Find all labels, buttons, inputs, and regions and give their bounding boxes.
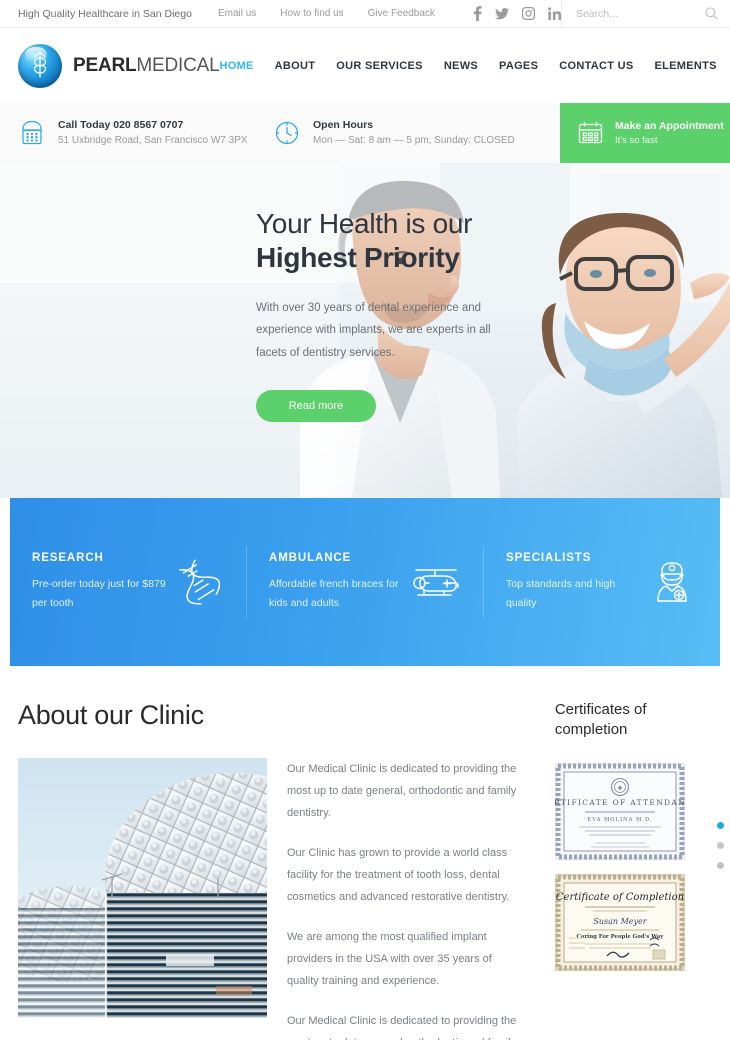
twitter-icon[interactable] xyxy=(494,7,509,20)
logo-text-light: MEDICAL xyxy=(136,55,220,76)
certificate-completion[interactable]: Certificate of Completion Susan Meyer Ca… xyxy=(554,873,685,971)
feature-specialists-desc: Top standards and high quality xyxy=(506,578,616,609)
nav-item-news[interactable]: NEWS xyxy=(444,60,478,72)
feature-research-title: RESEARCH xyxy=(32,552,104,565)
about-paragraph-2: Our Clinic has grown to provide a world … xyxy=(287,847,510,903)
hero-headline-line1: Your Health is our xyxy=(256,208,473,239)
nav-item-our-services[interactable]: OUR SERVICES xyxy=(336,60,423,72)
nav-item-pages[interactable]: PAGES xyxy=(499,60,538,72)
linkedin-icon[interactable] xyxy=(548,7,561,20)
search-box[interactable] xyxy=(560,0,730,28)
appointment-title: Make an Appointment xyxy=(615,120,724,132)
make-appointment-button[interactable]: Make an Appointment It's so fast xyxy=(560,103,730,163)
feature-ambulance-title: AMBULANCE xyxy=(269,552,352,565)
certificate-completion-recipient: Susan Meyer xyxy=(593,917,647,926)
certificate-attendance-title: CERTIFICATE OF ATTENDANCE xyxy=(555,798,685,807)
caduceus-sphere-logo-icon xyxy=(18,43,62,88)
calendar-icon xyxy=(577,120,604,146)
phone-title: Call Today 020 8567 0707 xyxy=(58,119,184,132)
search-input[interactable] xyxy=(575,7,705,20)
topbar-link-how-to-find-us[interactable]: How to find us xyxy=(280,8,343,19)
phone-address: 51 Uxbridge Road, San Francisco W7 3PX xyxy=(58,134,248,146)
feature-research-desc: Pre-order today just for $879 per tooth xyxy=(32,578,166,609)
nav-item-contact-us[interactable]: CONTACT US xyxy=(559,60,633,72)
about-paragraph-1: Our Medical Clinic is dedicated to provi… xyxy=(287,763,517,819)
certificates-slider-dots xyxy=(717,822,724,869)
page-root: High Quality Healthcare in San Diego Ema… xyxy=(0,0,730,1040)
certificate-attendance[interactable]: ✚ CERTIFICATE OF ATTENDANCE EVA MOLINA M… xyxy=(554,762,685,860)
site-header: PEARLMEDICAL HOME ABOUT OUR SERVICES NEW… xyxy=(0,28,730,103)
social-links xyxy=(473,6,561,21)
feature-strip: RESEARCH Pre-order today just for $879 p… xyxy=(10,498,720,666)
about-heading: About our Clinic xyxy=(18,700,204,730)
about-paragraphs: Our Medical Clinic is dedicated to provi… xyxy=(287,758,525,1040)
logo-text-bold: PEARL xyxy=(73,55,137,76)
read-more-button[interactable]: Read more xyxy=(256,390,376,423)
nav-item-elements[interactable]: ELEMENTS xyxy=(655,60,717,72)
feature-ambulance-desc: Affordable french braces for kids and ad… xyxy=(269,578,399,609)
slider-dot-3[interactable] xyxy=(717,862,724,869)
feature-specialists[interactable]: SPECIALISTS Top standards and high quali… xyxy=(483,546,720,618)
contact-phone-block: Call Today 020 8567 0707 51 Uxbridge Roa… xyxy=(0,103,255,163)
doctor-icon xyxy=(646,559,698,605)
hours-value: Mon — Sat: 8 am — 5 pm, Sunday: CLOSED xyxy=(313,134,515,146)
slider-dot-2[interactable] xyxy=(717,842,724,849)
instagram-icon[interactable] xyxy=(521,7,535,20)
search-icon[interactable] xyxy=(705,7,718,20)
slider-dot-1[interactable] xyxy=(717,822,724,829)
top-bar: High Quality Healthcare in San Diego Ema… xyxy=(0,0,730,28)
feature-research[interactable]: RESEARCH Pre-order today just for $879 p… xyxy=(10,546,246,618)
hero-paragraph: With over 30 years of dental experience … xyxy=(256,302,491,359)
helicopter-icon xyxy=(409,564,461,600)
feature-specialists-title: SPECIALISTS xyxy=(506,552,592,565)
certificates-section: Certificates of completion ✚ CERTIFICATE… xyxy=(554,700,724,1040)
hero-copy: Your Health is our Highest Priority With… xyxy=(256,207,556,423)
logo[interactable]: PEARLMEDICAL xyxy=(18,43,220,88)
about-left: About our Clinic Our Medical Clinic is d… xyxy=(18,700,525,1040)
hours-title: Open Hours xyxy=(313,119,374,132)
main-nav: HOME ABOUT OUR SERVICES NEWS PAGES CONTA… xyxy=(219,60,716,72)
info-bar: Call Today 020 8567 0707 51 Uxbridge Roa… xyxy=(0,103,730,163)
certificate-attendance-recipient: EVA MOLINA M.D. xyxy=(587,817,652,823)
facebook-icon[interactable] xyxy=(473,6,482,21)
hero-headline-line2: Highest Priority xyxy=(256,242,460,274)
about-image xyxy=(18,758,267,1018)
certificate-completion-title: Certificate of Completion xyxy=(556,892,684,903)
clock-icon xyxy=(273,118,301,148)
about-paragraph-3: We are among the most qualified implant … xyxy=(287,931,492,987)
appointment-subtitle: It's so fast xyxy=(615,134,658,146)
nav-item-home[interactable]: HOME xyxy=(219,60,253,72)
about-paragraph-4: Our Medical Clinic is dedicated to provi… xyxy=(287,1015,517,1040)
svg-text:✚: ✚ xyxy=(617,785,622,792)
feature-ambulance[interactable]: AMBULANCE Affordable french braces for k… xyxy=(246,546,483,618)
logo-text: PEARLMEDICAL xyxy=(73,55,220,76)
dna-icon xyxy=(172,559,224,605)
tagline: High Quality Healthcare in San Diego xyxy=(18,7,192,20)
hero-banner: Your Health is our Highest Priority With… xyxy=(0,163,730,498)
certificates-heading: Certificates of completion xyxy=(554,701,647,739)
telephone-icon xyxy=(18,118,46,148)
topbar-link-email-us[interactable]: Email us xyxy=(218,8,256,19)
nav-item-about[interactable]: ABOUT xyxy=(275,60,316,72)
topbar-link-give-feedback[interactable]: Give Feedback xyxy=(368,8,435,19)
open-hours-block: Open Hours Mon — Sat: 8 am — 5 pm, Sunda… xyxy=(255,103,520,163)
about-section: About our Clinic Our Medical Clinic is d… xyxy=(0,666,730,1040)
